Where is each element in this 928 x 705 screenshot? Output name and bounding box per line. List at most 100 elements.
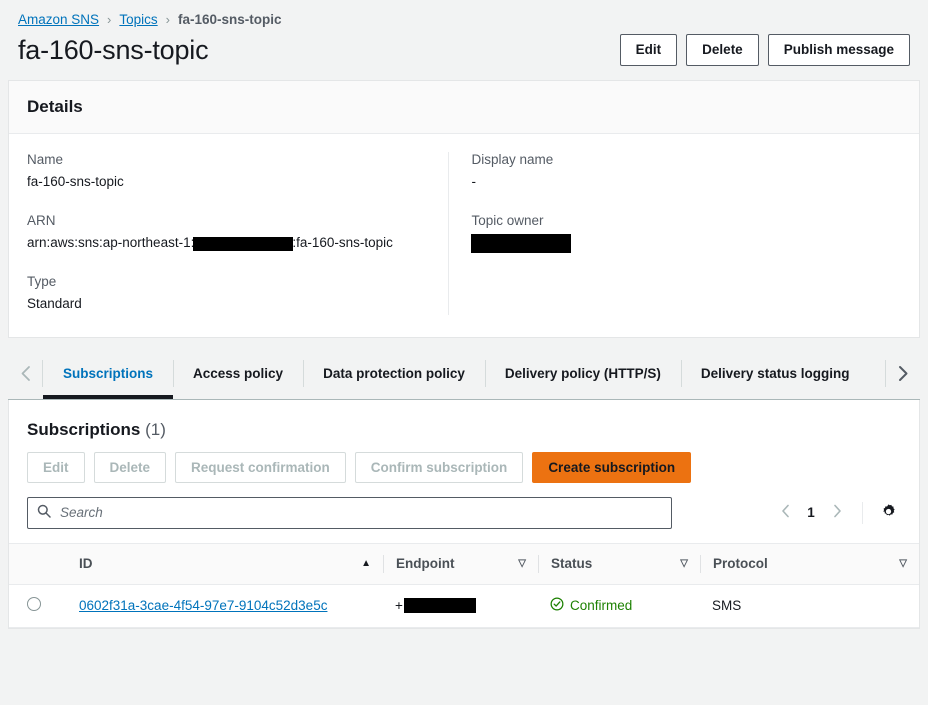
- breadcrumb-item-topics[interactable]: Topics: [119, 12, 157, 27]
- breadcrumb-separator-icon: ›: [165, 11, 170, 27]
- edit-button[interactable]: Edit: [619, 34, 678, 67]
- breadcrumb-separator-icon: ›: [107, 11, 112, 27]
- tab-bar: Subscriptions Access policy Data protect…: [8, 347, 920, 400]
- status-badge: Confirmed: [570, 598, 633, 614]
- field-topic-owner: Topic owner: [471, 213, 881, 254]
- chevron-right-icon: [833, 504, 842, 521]
- field-display-name: Display name -: [471, 152, 881, 193]
- row-id-cell: 0602f31a-3cae-4f54-97e7-9104c52d3e5c: [67, 584, 383, 628]
- field-display-name-label: Display name: [471, 152, 554, 168]
- field-name: Name fa-160-sns-topic: [27, 152, 428, 193]
- subscriptions-filter-row: 1: [9, 483, 919, 543]
- column-header-id[interactable]: ID ▲: [67, 542, 383, 585]
- row-endpoint-cell: +: [383, 584, 538, 628]
- tab-list: Subscriptions Access policy Data protect…: [43, 348, 885, 399]
- pagination-next-button[interactable]: [824, 500, 850, 526]
- breadcrumb-item-amazon-sns[interactable]: Amazon SNS: [18, 12, 99, 27]
- check-circle-icon: [550, 597, 564, 614]
- details-card-header: Details: [9, 81, 919, 135]
- request-confirmation-button[interactable]: Request confirmation: [175, 451, 346, 483]
- create-subscription-button[interactable]: Create subscription: [532, 451, 692, 483]
- subscriptions-table-head: ID ▲ Endpoint ▽ Status ▽ Protocol ▽: [9, 542, 919, 585]
- tabs-scroll-right-button[interactable]: [886, 348, 920, 399]
- subscriptions-count: (1): [145, 419, 166, 439]
- sort-ascending-icon: ▲: [361, 557, 371, 569]
- row-radio-button[interactable]: [27, 597, 41, 612]
- field-type-value: Standard: [27, 296, 82, 312]
- tab-access-policy-label: Access policy: [193, 365, 284, 381]
- field-topic-owner-label: Topic owner: [471, 213, 544, 229]
- delete-button[interactable]: Delete: [686, 34, 759, 67]
- subscriptions-panel: Subscriptions (1) Edit Delete Request co…: [8, 399, 920, 629]
- field-name-label: Name: [27, 152, 64, 168]
- tab-delivery-status-logging[interactable]: Delivery status logging: [680, 348, 870, 399]
- column-header-endpoint-label: Endpoint: [396, 556, 455, 572]
- header-actions: Edit Delete Publish message: [619, 34, 910, 67]
- subscriptions-title: Subscriptions (1): [27, 420, 901, 440]
- subscription-edit-button[interactable]: Edit: [27, 451, 85, 483]
- pagination-divider: [862, 501, 863, 524]
- table-row[interactable]: 0602f31a-3cae-4f54-97e7-9104c52d3e5c + C…: [9, 584, 919, 628]
- confirm-subscription-button[interactable]: Confirm subscription: [354, 451, 524, 483]
- row-status-cell: Confirmed: [538, 584, 700, 628]
- table-header-row: ID ▲ Endpoint ▽ Status ▽ Protocol ▽: [9, 542, 919, 585]
- search-icon: [37, 504, 58, 521]
- details-column-right: Display name - Topic owner: [448, 152, 901, 315]
- sort-descending-icon: ▽: [680, 557, 688, 569]
- column-header-protocol[interactable]: Protocol ▽: [700, 542, 919, 585]
- tab-delivery-policy[interactable]: Delivery policy (HTTP/S): [484, 348, 681, 399]
- row-select-cell: [9, 584, 67, 628]
- table-settings-button[interactable]: [875, 500, 901, 526]
- pagination-page-1[interactable]: 1: [802, 505, 820, 520]
- field-name-value: fa-160-sns-topic: [27, 174, 124, 190]
- endpoint-redaction-bar: [403, 598, 476, 614]
- subscription-id-link[interactable]: 0602f31a-3cae-4f54-97e7-9104c52d3e5c: [79, 598, 327, 613]
- arn-prefix-text: arn:aws:sns:ap-northeast-1:: [27, 235, 195, 251]
- endpoint-prefix: +: [395, 598, 403, 614]
- gear-icon: [880, 503, 897, 523]
- topic-owner-redaction-bar: [471, 234, 572, 254]
- tab-subscriptions-label: Subscriptions: [63, 365, 154, 381]
- pagination: 1: [772, 500, 901, 526]
- tabs-scroll-left-button[interactable]: [8, 348, 42, 399]
- column-header-endpoint[interactable]: Endpoint ▽: [383, 542, 538, 585]
- field-type: Type Standard: [27, 274, 428, 315]
- sort-descending-icon: ▽: [899, 557, 907, 569]
- sort-descending-icon: ▽: [518, 557, 526, 569]
- search-input[interactable]: [58, 504, 662, 522]
- field-arn: ARN arn:aws:sns:ap-northeast-1: :fa-160-s…: [27, 213, 428, 254]
- chevron-left-icon: [781, 504, 790, 521]
- subscriptions-table-body: 0602f31a-3cae-4f54-97e7-9104c52d3e5c + C…: [9, 584, 919, 628]
- tab-delivery-policy-label: Delivery policy (HTTP/S): [504, 365, 661, 381]
- details-column-left: Name fa-160-sns-topic ARN arn:aws:sns:ap…: [27, 152, 448, 315]
- breadcrumb: Amazon SNS › Topics › fa-160-sns-topic: [0, 0, 928, 30]
- column-header-status[interactable]: Status ▽: [538, 542, 700, 585]
- arn-redaction-bar: [193, 236, 294, 251]
- details-card: Details Name fa-160-sns-topic ARN arn:aw…: [8, 80, 920, 338]
- details-heading: Details: [27, 97, 83, 117]
- tab-access-policy[interactable]: Access policy: [173, 348, 303, 399]
- field-arn-label: ARN: [27, 213, 56, 229]
- chevron-left-icon: [20, 365, 31, 382]
- breadcrumb-item-current: fa-160-sns-topic: [178, 11, 282, 27]
- search-box[interactable]: [27, 496, 672, 529]
- page-header: fa-160-sns-topic Edit Delete Publish mes…: [0, 30, 928, 80]
- subscriptions-header: Subscriptions (1) Edit Delete Request co…: [9, 404, 919, 483]
- chevron-right-icon: [898, 365, 909, 382]
- details-body: Name fa-160-sns-topic ARN arn:aws:sns:ap…: [9, 134, 919, 337]
- pagination-previous-button[interactable]: [772, 500, 798, 526]
- field-type-label: Type: [27, 274, 57, 290]
- arn-suffix-text: :fa-160-sns-topic: [292, 235, 393, 251]
- tab-data-protection-policy[interactable]: Data protection policy: [303, 348, 485, 399]
- publish-message-button[interactable]: Publish message: [767, 34, 910, 67]
- tab-subscriptions[interactable]: Subscriptions: [43, 348, 173, 399]
- subscriptions-title-text: Subscriptions: [27, 419, 141, 439]
- field-arn-value: arn:aws:sns:ap-northeast-1: :fa-160-sns-t…: [27, 233, 428, 254]
- tab-delivery-status-logging-label: Delivery status logging: [700, 365, 850, 381]
- column-header-status-label: Status: [551, 556, 593, 572]
- subscriptions-table: ID ▲ Endpoint ▽ Status ▽ Protocol ▽ 0602…: [9, 542, 919, 628]
- tab-data-protection-policy-label: Data protection policy: [323, 365, 465, 381]
- subscription-delete-button[interactable]: Delete: [93, 451, 167, 483]
- field-topic-owner-value: [471, 233, 881, 254]
- column-header-id-label: ID: [79, 556, 93, 572]
